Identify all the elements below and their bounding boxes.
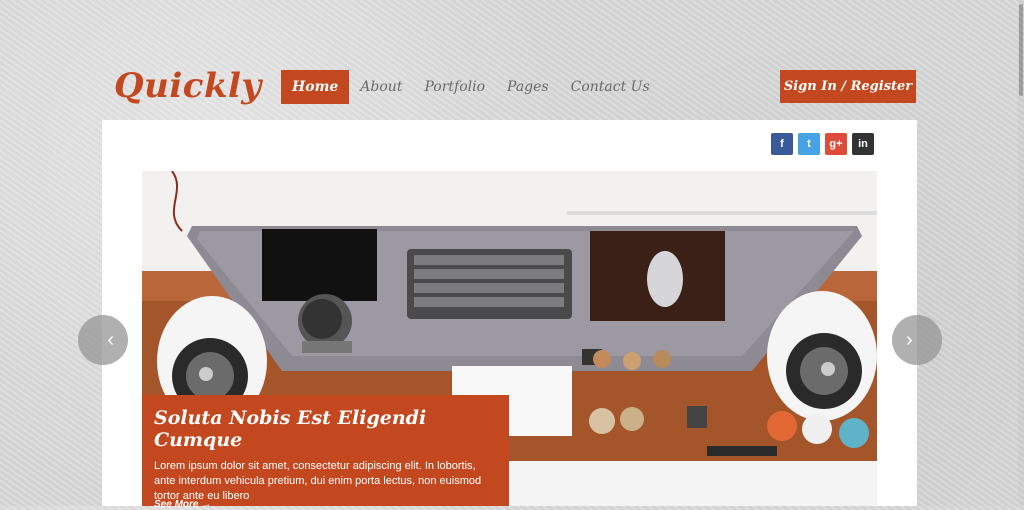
slider-prev-button[interactable]: ‹ xyxy=(78,315,128,365)
slide-title: Soluta Nobis Est Eligendi Cumque xyxy=(154,407,427,451)
nav-item-contact-us[interactable]: Contact Us xyxy=(560,70,661,104)
nav-item-home[interactable]: Home xyxy=(281,70,350,104)
main-nav: Home About Portfolio Pages Contact Us xyxy=(281,70,661,104)
slide-caption: Soluta Nobis Est Eligendi Cumque Lorem i… xyxy=(142,395,509,510)
scrollbar-thumb[interactable] xyxy=(1019,4,1023,96)
page-scrollbar[interactable] xyxy=(1018,0,1024,506)
facebook-icon[interactable]: f xyxy=(771,133,793,155)
see-more-link[interactable]: See More → xyxy=(154,499,211,510)
google-plus-icon[interactable]: g+ xyxy=(825,133,847,155)
slide-description: Lorem ipsum dolor sit amet, consectetur … xyxy=(154,460,482,502)
nav-item-about[interactable]: About xyxy=(349,70,413,104)
chevron-left-icon: ‹ xyxy=(107,329,114,351)
nav-item-portfolio[interactable]: Portfolio xyxy=(413,70,496,104)
site-logo[interactable]: Quickly xyxy=(114,66,262,106)
twitter-icon[interactable]: t xyxy=(798,133,820,155)
chevron-right-icon: › xyxy=(906,329,913,351)
nav-item-pages[interactable]: Pages xyxy=(496,70,560,104)
linkedin-icon[interactable]: in xyxy=(852,133,874,155)
slider-next-button[interactable]: › xyxy=(892,315,942,365)
sign-in-register-button[interactable]: Sign In / Register xyxy=(780,70,916,103)
social-share-bar: f t g+ in xyxy=(771,133,874,155)
